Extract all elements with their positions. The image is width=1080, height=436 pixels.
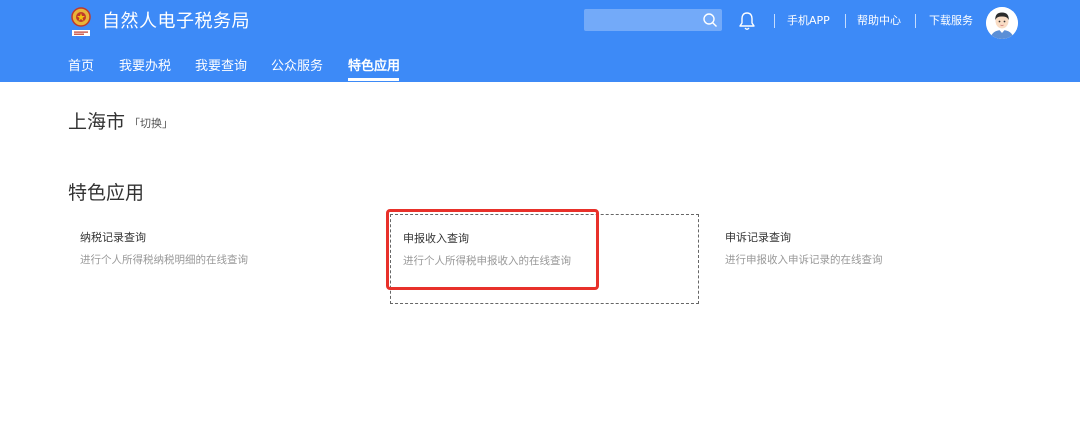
active-tab-indicator [348,78,399,81]
bell-icon[interactable] [738,11,756,31]
divider [774,14,775,28]
tab-tax-handling[interactable]: 我要办税 [119,58,171,76]
divider [915,14,916,28]
search-icon[interactable] [702,12,718,28]
site-title[interactable]: 自然人电子税务局 [102,10,250,34]
help-center-link[interactable]: 帮助中心 [857,14,901,28]
tab-query[interactable]: 我要查询 [195,58,247,76]
card-tax-record-query[interactable]: 纳税记录查询 进行个人所得税纳税明细的在线查询 [68,214,377,304]
top-header: 自然人电子税务局 手机APP 帮助中心 下载服务 首页 我要办税 我要查询 公众… [0,0,1080,82]
tab-featured-apps[interactable]: 特色应用 [348,58,400,76]
user-avatar-icon [986,7,1018,39]
highlight-annotation-box [386,209,599,290]
search-input[interactable] [584,9,722,31]
card-appeal-record-query[interactable]: 申诉记录查询 进行申报收入申诉记录的在线查询 [713,214,1022,304]
tab-public-service[interactable]: 公众服务 [271,58,323,76]
city-switch-link[interactable]: 「切换」 [129,117,173,131]
tab-home[interactable]: 首页 [68,58,94,76]
mobile-app-link[interactable]: 手机APP [787,14,830,28]
card-title: 申诉记录查询 [725,231,791,244]
avatar[interactable] [986,7,1018,39]
download-service-link[interactable]: 下载服务 [929,14,973,28]
card-description: 进行申报收入申诉记录的在线查询 [725,254,883,266]
current-city: 上海市 [68,111,126,133]
section-title: 特色应用 [68,182,145,204]
card-title: 纳税记录查询 [80,231,146,244]
card-description: 进行个人所得税纳税明细的在线查询 [80,254,248,266]
tax-emblem-icon [71,7,91,36]
divider [845,14,846,28]
